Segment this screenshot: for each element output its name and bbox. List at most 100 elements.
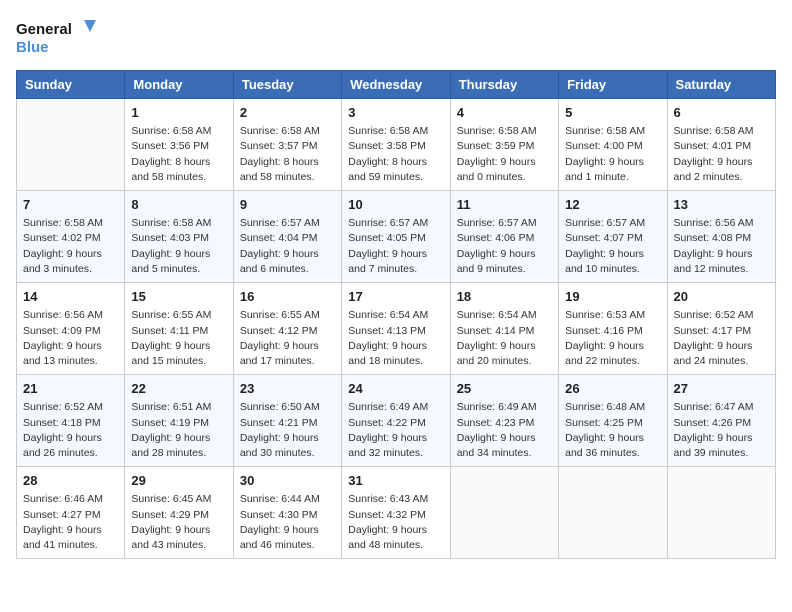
day-number: 5 — [565, 104, 660, 122]
calendar-cell: 27 Sunrise: 6:47 AMSunset: 4:26 PMDayligh… — [667, 375, 775, 467]
day-info: Sunrise: 6:48 AMSunset: 4:25 PMDaylight:… — [565, 400, 660, 461]
calendar-cell: 2 Sunrise: 6:58 AMSunset: 3:57 PMDaylight… — [233, 99, 341, 191]
calendar-cell: 28Sunrise: 6:46 AMSunset: 4:27 PMDayligh… — [17, 467, 125, 559]
days-header-row: SundayMondayTuesdayWednesdayThursdayFrid… — [17, 71, 776, 99]
day-number: 2 — [240, 104, 335, 122]
day-info: Sunrise: 6:47 AMSunset: 4:26 PMDaylight:… — [674, 400, 769, 461]
day-header-saturday: Saturday — [667, 71, 775, 99]
day-info: Sunrise: 6:57 AMSunset: 4:05 PMDaylight:… — [348, 216, 443, 277]
page-header: General Blue — [16, 16, 776, 58]
day-number: 22 — [131, 380, 226, 398]
day-number: 20 — [674, 288, 769, 306]
svg-text:Blue: Blue — [16, 39, 49, 56]
day-info: Sunrise: 6:58 AMSunset: 4:00 PMDaylight:… — [565, 124, 660, 185]
day-info: Sunrise: 6:55 AMSunset: 4:12 PMDaylight:… — [240, 308, 335, 369]
day-info: Sunrise: 6:50 AMSunset: 4:21 PMDaylight:… — [240, 400, 335, 461]
day-info: Sunrise: 6:58 AMSunset: 3:57 PMDaylight:… — [240, 124, 335, 185]
day-number: 11 — [457, 196, 552, 214]
calendar-cell: 16 Sunrise: 6:55 AMSunset: 4:12 PMDayligh… — [233, 283, 341, 375]
calendar-cell: 6 Sunrise: 6:58 AMSunset: 4:01 PMDaylight… — [667, 99, 775, 191]
calendar-table: SundayMondayTuesdayWednesdayThursdayFrid… — [16, 70, 776, 559]
logo-svg: General Blue — [16, 16, 96, 58]
logo: General Blue — [16, 16, 96, 58]
day-number: 3 — [348, 104, 443, 122]
calendar-cell — [450, 467, 558, 559]
day-info: Sunrise: 6:43 AMSunset: 4:32 PMDaylight:… — [348, 492, 443, 553]
day-number: 16 — [240, 288, 335, 306]
day-number: 4 — [457, 104, 552, 122]
calendar-cell: 7Sunrise: 6:58 AMSunset: 4:02 PMDaylight… — [17, 191, 125, 283]
calendar-cell: 8Sunrise: 6:58 AMSunset: 4:03 PMDaylight… — [125, 191, 233, 283]
day-header-wednesday: Wednesday — [342, 71, 450, 99]
day-number: 24 — [348, 380, 443, 398]
day-number: 29 — [131, 472, 226, 490]
calendar-cell: 23 Sunrise: 6:50 AMSunset: 4:21 PMDayligh… — [233, 375, 341, 467]
calendar-cell: 30 Sunrise: 6:44 AMSunset: 4:30 PMDayligh… — [233, 467, 341, 559]
calendar-cell: 14 Sunrise: 6:56 AMSunset: 4:09 PMDayligh… — [17, 283, 125, 375]
day-number: 30 — [240, 472, 335, 490]
week-row-1: 1 Sunrise: 6:58 AMSunset: 3:56 PMDaylight… — [17, 99, 776, 191]
calendar-cell: 18Sunrise: 6:54 AMSunset: 4:14 PMDayligh… — [450, 283, 558, 375]
calendar-cell: 15 Sunrise: 6:55 AMSunset: 4:11 PMDayligh… — [125, 283, 233, 375]
day-number: 26 — [565, 380, 660, 398]
day-info: Sunrise: 6:52 AMSunset: 4:17 PMDaylight:… — [674, 308, 769, 369]
day-info: Sunrise: 6:57 AMSunset: 4:07 PMDaylight:… — [565, 216, 660, 277]
calendar-cell: 10 Sunrise: 6:57 AMSunset: 4:05 PMDayligh… — [342, 191, 450, 283]
day-number: 1 — [131, 104, 226, 122]
day-number: 23 — [240, 380, 335, 398]
calendar-cell — [559, 467, 667, 559]
day-number: 21 — [23, 380, 118, 398]
calendar-cell: 11 Sunrise: 6:57 AMSunset: 4:06 PMDayligh… — [450, 191, 558, 283]
day-header-tuesday: Tuesday — [233, 71, 341, 99]
day-header-friday: Friday — [559, 71, 667, 99]
day-number: 31 — [348, 472, 443, 490]
day-info: Sunrise: 6:56 AMSunset: 4:09 PMDaylight:… — [23, 308, 118, 369]
calendar-cell: 25 Sunrise: 6:49 AMSunset: 4:23 PMDayligh… — [450, 375, 558, 467]
week-row-5: 28Sunrise: 6:46 AMSunset: 4:27 PMDayligh… — [17, 467, 776, 559]
day-info: Sunrise: 6:46 AMSunset: 4:27 PMDaylight:… — [23, 492, 118, 553]
calendar-cell: 13Sunrise: 6:56 AMSunset: 4:08 PMDayligh… — [667, 191, 775, 283]
day-info: Sunrise: 6:56 AMSunset: 4:08 PMDaylight:… — [674, 216, 769, 277]
day-number: 14 — [23, 288, 118, 306]
calendar-cell: 24 Sunrise: 6:49 AMSunset: 4:22 PMDayligh… — [342, 375, 450, 467]
calendar-cell: 9Sunrise: 6:57 AMSunset: 4:04 PMDaylight… — [233, 191, 341, 283]
day-info: Sunrise: 6:55 AMSunset: 4:11 PMDaylight:… — [131, 308, 226, 369]
calendar-cell: 22 Sunrise: 6:51 AMSunset: 4:19 PMDayligh… — [125, 375, 233, 467]
calendar-cell — [17, 99, 125, 191]
day-number: 7 — [23, 196, 118, 214]
day-info: Sunrise: 6:57 AMSunset: 4:06 PMDaylight:… — [457, 216, 552, 277]
calendar-cell: 1 Sunrise: 6:58 AMSunset: 3:56 PMDaylight… — [125, 99, 233, 191]
calendar-cell: 20 Sunrise: 6:52 AMSunset: 4:17 PMDayligh… — [667, 283, 775, 375]
day-info: Sunrise: 6:51 AMSunset: 4:19 PMDaylight:… — [131, 400, 226, 461]
calendar-cell: 31 Sunrise: 6:43 AMSunset: 4:32 PMDayligh… — [342, 467, 450, 559]
day-number: 27 — [674, 380, 769, 398]
calendar-cell: 29 Sunrise: 6:45 AMSunset: 4:29 PMDayligh… — [125, 467, 233, 559]
day-info: Sunrise: 6:49 AMSunset: 4:23 PMDaylight:… — [457, 400, 552, 461]
day-header-thursday: Thursday — [450, 71, 558, 99]
day-info: Sunrise: 6:54 AMSunset: 4:13 PMDaylight:… — [348, 308, 443, 369]
day-info: Sunrise: 6:57 AMSunset: 4:04 PMDaylight:… — [240, 216, 335, 277]
day-number: 17 — [348, 288, 443, 306]
calendar-cell: 3 Sunrise: 6:58 AMSunset: 3:58 PMDaylight… — [342, 99, 450, 191]
day-info: Sunrise: 6:54 AMSunset: 4:14 PMDaylight:… — [457, 308, 552, 369]
day-header-sunday: Sunday — [17, 71, 125, 99]
day-number: 8 — [131, 196, 226, 214]
calendar-cell — [667, 467, 775, 559]
day-info: Sunrise: 6:58 AMSunset: 4:01 PMDaylight:… — [674, 124, 769, 185]
day-number: 15 — [131, 288, 226, 306]
day-info: Sunrise: 6:45 AMSunset: 4:29 PMDaylight:… — [131, 492, 226, 553]
day-number: 6 — [674, 104, 769, 122]
day-info: Sunrise: 6:58 AMSunset: 3:58 PMDaylight:… — [348, 124, 443, 185]
day-number: 25 — [457, 380, 552, 398]
day-number: 19 — [565, 288, 660, 306]
calendar-cell: 4Sunrise: 6:58 AMSunset: 3:59 PMDaylight… — [450, 99, 558, 191]
week-row-4: 21Sunrise: 6:52 AMSunset: 4:18 PMDayligh… — [17, 375, 776, 467]
day-info: Sunrise: 6:58 AMSunset: 3:56 PMDaylight:… — [131, 124, 226, 185]
day-number: 12 — [565, 196, 660, 214]
day-number: 10 — [348, 196, 443, 214]
day-info: Sunrise: 6:53 AMSunset: 4:16 PMDaylight:… — [565, 308, 660, 369]
day-info: Sunrise: 6:49 AMSunset: 4:22 PMDaylight:… — [348, 400, 443, 461]
day-info: Sunrise: 6:44 AMSunset: 4:30 PMDaylight:… — [240, 492, 335, 553]
week-row-3: 14 Sunrise: 6:56 AMSunset: 4:09 PMDayligh… — [17, 283, 776, 375]
calendar-cell: 26 Sunrise: 6:48 AMSunset: 4:25 PMDayligh… — [559, 375, 667, 467]
